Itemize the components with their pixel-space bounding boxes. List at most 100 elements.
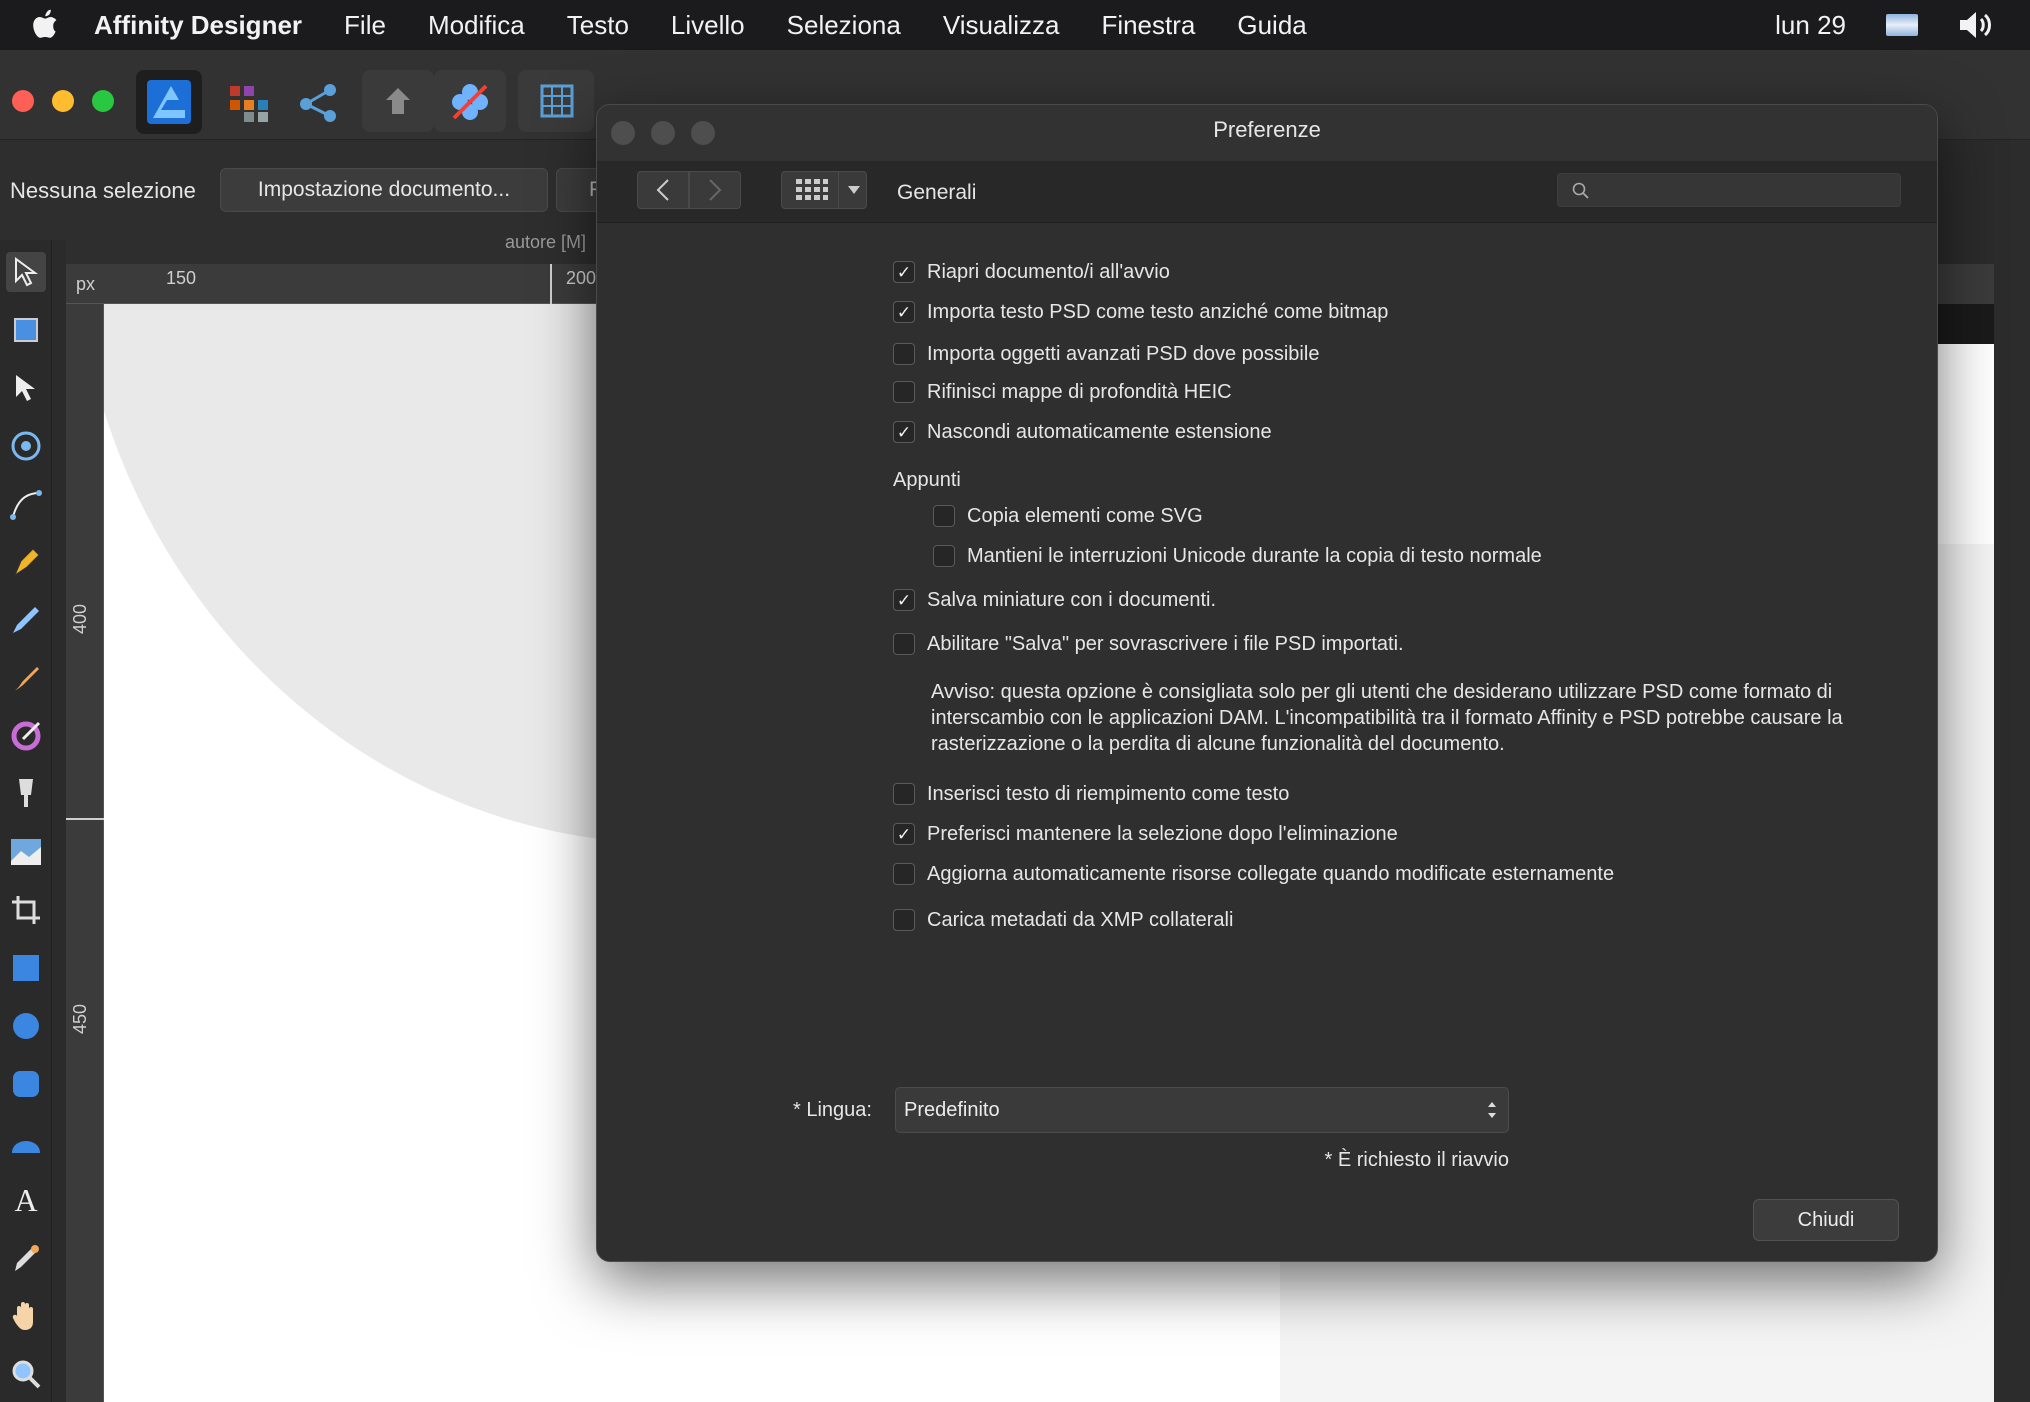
checkbox[interactable]	[893, 783, 915, 805]
window-minimize-button[interactable]	[52, 90, 74, 112]
place-image-tool-icon[interactable]	[6, 832, 46, 872]
text-tool-icon[interactable]: A	[6, 1180, 46, 1220]
corner-tool-icon[interactable]	[6, 426, 46, 466]
menu-testo[interactable]: Testo	[567, 10, 629, 41]
option-auto-update-linked[interactable]: Aggiorna automaticamente risorse collega…	[893, 859, 1614, 889]
show-all-button[interactable]	[781, 171, 867, 209]
option-label: Riapri documento/i all'avvio	[927, 260, 1170, 283]
close-button[interactable]: Chiudi	[1753, 1199, 1899, 1241]
checkbox[interactable]	[893, 381, 915, 403]
input-source-flag-icon[interactable]	[1886, 14, 1918, 36]
color-toolbar-button[interactable]	[434, 70, 506, 132]
artboard-tool-icon[interactable]	[6, 310, 46, 350]
export-persona-icon[interactable]	[296, 82, 342, 124]
upload-cloud-icon	[386, 88, 410, 114]
option-label: Rifinisci mappe di profondità HEIC	[927, 380, 1232, 403]
chevron-left-icon	[656, 179, 669, 201]
checkbox[interactable]	[893, 343, 915, 365]
vertical-ruler[interactable]: 400 450	[66, 304, 104, 1402]
menu-file[interactable]: File	[344, 10, 386, 41]
ruler-h-label: 150	[166, 268, 197, 288]
preferences-navbar: Generali	[597, 161, 1937, 223]
back-button[interactable]	[637, 171, 689, 209]
option-save-thumbnails[interactable]: ✓ Salva miniature con i documenti.	[893, 585, 1216, 615]
menu-finestra[interactable]: Finestra	[1101, 10, 1195, 41]
option-hide-extension[interactable]: ✓ Nascondi automaticamente estensione	[893, 417, 1272, 447]
option-save-overwrites-psd[interactable]: Abilitare "Salva" per sovrascrivere i fi…	[893, 629, 1404, 659]
shape-tool-icon[interactable]	[6, 1122, 46, 1162]
rounded-rectangle-tool-icon[interactable]	[6, 1064, 46, 1104]
menu-seleziona[interactable]: Seleziona	[787, 10, 901, 41]
option-keep-selection-after-delete[interactable]: ✓ Preferisci mantenere la selezione dopo…	[893, 819, 1398, 849]
node-tool-icon[interactable]	[6, 368, 46, 408]
checkbox[interactable]: ✓	[893, 421, 915, 443]
pixel-persona-icon[interactable]	[228, 82, 270, 124]
move-tool-icon[interactable]	[6, 252, 46, 292]
window-close-button[interactable]	[12, 90, 34, 112]
rectangle-tool-icon[interactable]	[6, 948, 46, 988]
dialog-title: Preferenze	[1213, 117, 1321, 142]
option-reopen-documents[interactable]: ✓ Riapri documento/i all'avvio	[893, 257, 1170, 287]
checkbox[interactable]: ✓	[893, 261, 915, 283]
option-label: Salva miniature con i documenti.	[927, 588, 1217, 611]
forward-button[interactable]	[689, 171, 741, 209]
crop-tool-icon[interactable]	[6, 890, 46, 930]
menu-bar: Affinity Designer File Modifica Testo Li…	[0, 0, 2030, 50]
snapping-toolbar-button[interactable]	[518, 70, 594, 132]
document-tab[interactable]: autore [M]	[66, 224, 596, 264]
checkbox[interactable]	[933, 505, 955, 527]
vector-brush-tool-icon[interactable]	[6, 658, 46, 698]
apple-logo-icon[interactable]	[28, 9, 64, 41]
pencil-tool-icon[interactable]	[6, 600, 46, 640]
zoom-tool-icon[interactable]	[6, 1354, 46, 1394]
preferences-dialog: Preferenze Generali ✓ Riapri documento/i…	[596, 104, 1938, 1262]
option-label: Inserisci testo di riempimento come test…	[927, 782, 1290, 805]
fill-tool-icon[interactable]	[6, 716, 46, 756]
color-picker-tool-icon[interactable]	[6, 1238, 46, 1278]
window-zoom-button[interactable]	[92, 90, 114, 112]
search-icon	[1572, 182, 1589, 199]
checkbox[interactable]	[893, 909, 915, 931]
checkbox[interactable]: ✓	[893, 589, 915, 611]
chevron-right-icon	[709, 179, 722, 201]
volume-icon[interactable]	[1956, 9, 1996, 41]
dialog-titlebar: Preferenze	[597, 105, 1937, 161]
point-transform-tool-icon[interactable]	[6, 484, 46, 524]
ellipse-tool-icon[interactable]	[6, 1006, 46, 1046]
option-insert-filler-text[interactable]: Inserisci testo di riempimento come test…	[893, 779, 1289, 809]
option-label: Mantieni le interruzioni Unicode durante…	[967, 544, 1542, 567]
tools-panel: A	[0, 240, 52, 1402]
checkbox[interactable]	[933, 545, 955, 567]
option-refine-heic-depth[interactable]: Rifinisci mappe di profondità HEIC	[893, 377, 1232, 407]
language-select[interactable]: Predefinito	[895, 1087, 1509, 1133]
pen-tool-icon[interactable]	[6, 542, 46, 582]
option-label: Importa oggetti avanzati PSD dove possib…	[927, 342, 1320, 365]
option-import-psd-text[interactable]: ✓ Importa testo PSD come testo anziché c…	[893, 297, 1388, 327]
option-label: Aggiorna automaticamente risorse collega…	[927, 862, 1615, 885]
checkbox[interactable]	[893, 633, 915, 655]
option-load-xmp-sidecar[interactable]: Carica metadati da XMP collaterali	[893, 905, 1233, 935]
checkbox[interactable]: ✓	[893, 823, 915, 845]
menu-livello[interactable]: Livello	[671, 10, 745, 41]
transparency-tool-icon[interactable]	[6, 774, 46, 814]
designer-persona-button[interactable]	[136, 70, 202, 134]
checkbox[interactable]: ✓	[893, 301, 915, 323]
preferences-search[interactable]	[1557, 173, 1901, 207]
hand-tool-icon[interactable]	[6, 1296, 46, 1336]
checkbox[interactable]	[893, 863, 915, 885]
menu-clock[interactable]: lun 29	[1775, 10, 1846, 41]
psd-warning-text: Avviso: questa opzione è consigliata sol…	[931, 681, 1843, 755]
option-import-psd-smart-objects[interactable]: Importa oggetti avanzati PSD dove possib…	[893, 339, 1319, 369]
ruler-h-label: 200	[566, 268, 597, 288]
horizontal-ruler[interactable]: px 150 200	[66, 264, 600, 304]
menu-visualizza[interactable]: Visualizza	[943, 10, 1060, 41]
menu-app-name[interactable]: Affinity Designer	[94, 10, 302, 41]
option-copy-as-svg[interactable]: Copia elementi come SVG	[933, 501, 1203, 531]
option-keep-unicode-breaks[interactable]: Mantieni le interruzioni Unicode durante…	[933, 541, 1542, 571]
menu-guida[interactable]: Guida	[1237, 10, 1306, 41]
menu-modifica[interactable]: Modifica	[428, 10, 525, 41]
document-setup-button[interactable]: Impostazione documento...	[220, 168, 548, 212]
current-section-title: Generali	[897, 181, 977, 204]
search-input[interactable]	[1598, 176, 1888, 204]
assets-toolbar-button[interactable]	[362, 70, 434, 132]
